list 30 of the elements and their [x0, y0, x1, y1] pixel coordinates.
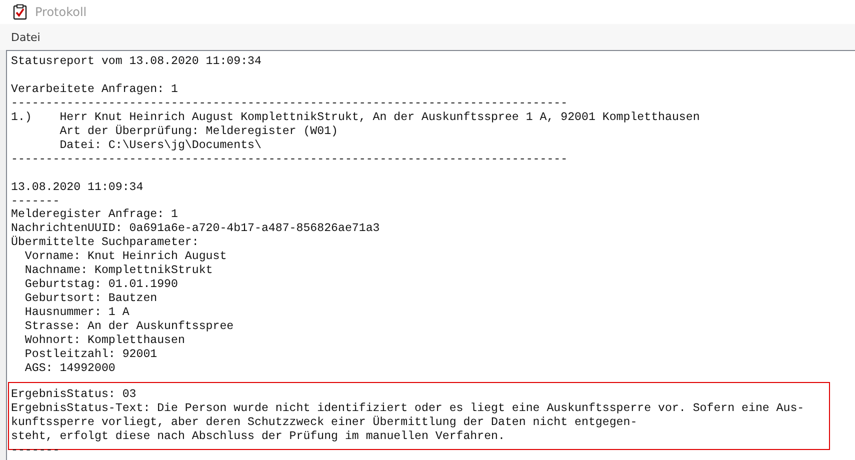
report-line: Melderegister Anfrage: 1: [11, 208, 178, 222]
report-line: Postleitzahl: 92001: [24, 348, 158, 362]
menu-item[interactable]: Datei: [5, 28, 46, 46]
report-line: -------: [11, 444, 60, 458]
report-line: Strasse: An der Auskunftsspree: [24, 320, 234, 334]
report-line: -------: [11, 194, 60, 208]
report-line: steht, erfolgt diese nach Abschluss der Prüfung im manuellen Verfahren.: [11, 430, 505, 444]
report-line: Hausnummer: 1 A: [24, 306, 130, 320]
report-line: --------------------------------------------------------------------------------: [11, 96, 568, 111]
report-line: ErgebnisStatus-Text: Die Person wurde nicht identifiziert oder es liegt eine Auskunftssperre vor. Sofern eine Aus-: [11, 402, 804, 416]
report-line: --------------------------------------------------------------------------------: [11, 152, 568, 167]
report-line: NachrichtenUUID: 0a691a6e-a720-4b17-a487-856826ae71a3: [11, 222, 380, 236]
report-text-area[interactable]: [6, 50, 855, 460]
report-line: Statusreport vom 13.08.2020 11:09:34: [11, 55, 262, 69]
report-line: 1.) Herr Knut Heinrich August KomplettnikStrukt, An der Auskunftsspree 1 A, 92001 Kompletthausen: [11, 110, 700, 124]
clipboard-check-icon: [13, 4, 27, 20]
window-title: Protokoll: [35, 5, 87, 19]
report-line: Art der Überprüfung: Melderegister (W01): [58, 124, 338, 139]
report-line: Wohnort: Kompletthausen: [24, 334, 185, 348]
report-line: Geburtstag: 01.01.1990: [24, 278, 178, 292]
report-line: ErgebnisStatus: 03: [11, 388, 136, 402]
report-line: Vorname: Knut Heinrich August: [24, 250, 227, 264]
report-line: Nachname: KomplettnikStrukt: [24, 264, 213, 278]
report-line: Übermittelte Suchparameter:: [11, 236, 199, 250]
report-line: kunftssperre vorliegt, aber deren Schutzzweck einer Übermittlung der Daten nicht entgegen-: [11, 416, 638, 430]
report-line: Geburtsort: Bautzen: [24, 292, 158, 306]
report-line: Datei: C:\Users\jg\Documents\: [58, 138, 262, 153]
report-line: 13.08.2020 11:09:34: [11, 180, 144, 194]
report-line: Verarbeitete Anfragen: 1: [11, 82, 178, 97]
report-line: AGS: 14992000: [24, 362, 116, 376]
